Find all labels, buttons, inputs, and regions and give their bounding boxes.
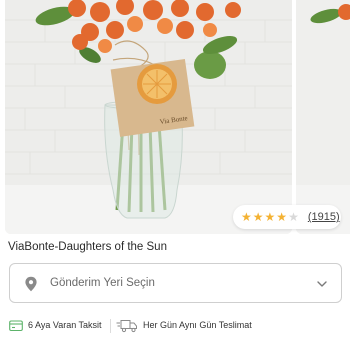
delivery-location-placeholder: Gönderim Yeri Seçin xyxy=(50,277,155,289)
star-icon: ★ xyxy=(241,210,252,224)
product-title: ViaBonte-Daughters of the Sun xyxy=(8,241,167,253)
installment-card-icon xyxy=(9,320,23,332)
star-icon: ★ xyxy=(252,210,264,224)
map-pin-icon xyxy=(25,276,37,292)
product-image-gallery[interactable]: Via Bonte ★ ★ ★ ★ ★ (1915) xyxy=(0,0,350,234)
feature-installment-label: 6 Aya Varan Taksit xyxy=(28,320,102,330)
star-icon: ★ xyxy=(264,210,276,224)
star-empty-icon: ★ xyxy=(288,210,299,224)
rating-pill[interactable]: ★ ★ ★ ★ ★ (1915) xyxy=(233,205,341,229)
product-photo-main[interactable]: Via Bonte xyxy=(5,0,292,234)
feature-badges: 6 Aya Varan Taksit Her Gün Aynı Gün Tesl… xyxy=(0,318,350,336)
feature-same-day-delivery-label: Her Gün Aynı Gün Teslimat xyxy=(143,320,252,330)
rating-count-link[interactable]: (1915) xyxy=(308,211,340,223)
delivery-location-select[interactable]: Gönderim Yeri Seçin xyxy=(9,263,342,303)
star-icon: ★ xyxy=(276,210,288,224)
chevron-down-icon xyxy=(317,281,327,287)
delivery-truck-icon xyxy=(116,320,137,333)
feature-divider xyxy=(110,319,111,333)
product-photo-next[interactable] xyxy=(296,0,350,234)
